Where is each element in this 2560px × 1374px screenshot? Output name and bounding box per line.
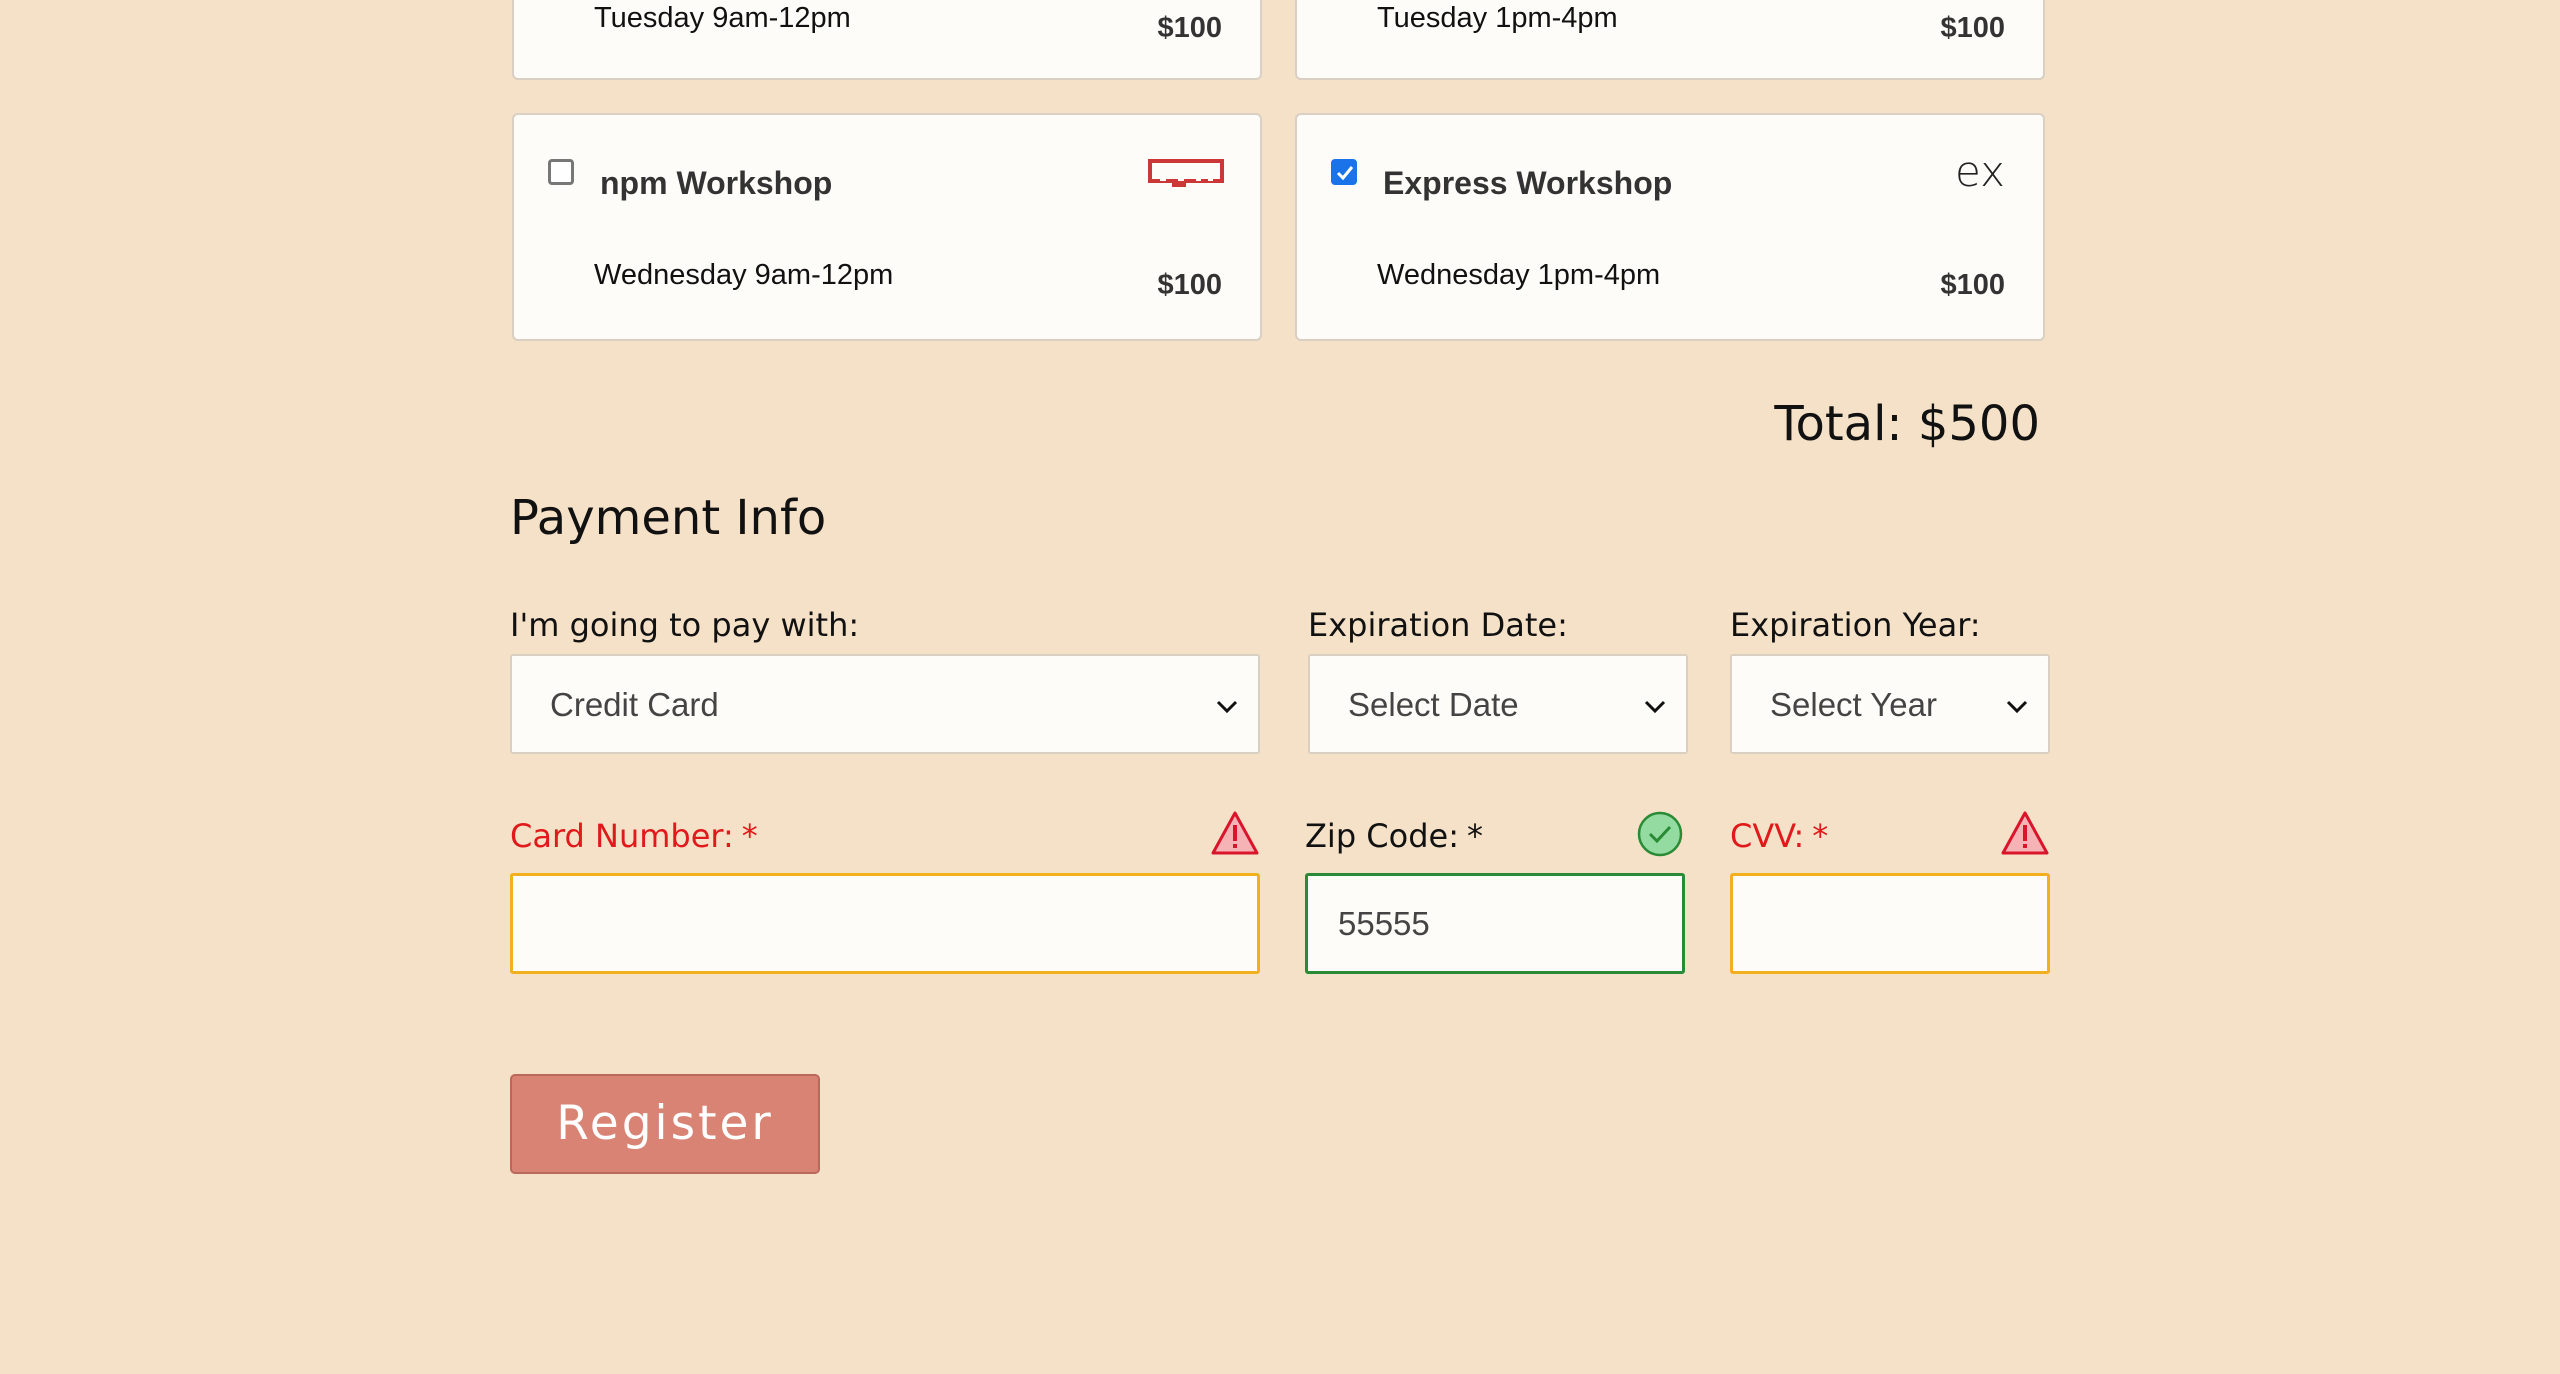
card-number-label-text: Card Number: — [510, 817, 734, 855]
npm-logo-icon — [1148, 159, 1224, 187]
warning-icon — [1211, 811, 1259, 855]
workshop-time: Tuesday 9am-12pm — [594, 2, 851, 34]
workshop-title: Express Workshop — [1383, 165, 1673, 201]
cvv-input[interactable] — [1730, 873, 2050, 974]
zip-code-label: Zip Code: * — [1305, 817, 1483, 855]
npm-workshop-checkbox[interactable] — [548, 159, 574, 185]
workshop-time: Wednesday 9am-12pm — [594, 259, 894, 291]
chevron-down-icon — [1644, 700, 1666, 714]
workshop-card-tuesday-afternoon: Tuesday 1pm-4pm $100 — [1295, 0, 2045, 80]
chevron-down-icon — [1216, 700, 1238, 714]
card-number-input[interactable] — [510, 873, 1260, 974]
register-button[interactable]: Register — [510, 1074, 820, 1174]
workshop-price: $100 — [1157, 12, 1222, 44]
workshop-card-express: Express Workshop ex Wednesday 1pm-4pm $1… — [1295, 113, 2045, 341]
pay-with-label: I'm going to pay with: — [510, 606, 860, 644]
cvv-label-text: CVV: — [1730, 817, 1805, 855]
expiration-date-select[interactable]: Select Date — [1308, 654, 1688, 754]
zip-code-input[interactable]: 55555 — [1305, 873, 1685, 974]
express-workshop-checkbox[interactable] — [1331, 159, 1357, 185]
total-price: Total: $500 — [1774, 396, 2040, 452]
workshop-title: npm Workshop — [600, 165, 833, 201]
required-mark: * — [1467, 817, 1483, 855]
expiration-year-label: Expiration Year: — [1730, 606, 1981, 644]
workshop-card-tuesday-morning: Tuesday 9am-12pm $100 — [512, 0, 1262, 80]
express-logo-icon: ex — [1955, 147, 2005, 196]
required-mark: * — [1812, 817, 1829, 855]
payment-info-heading: Payment Info — [510, 490, 827, 546]
workshop-price: $100 — [1157, 269, 1222, 301]
expiration-year-select[interactable]: Select Year — [1730, 654, 2050, 754]
zip-code-label-text: Zip Code: — [1305, 817, 1459, 855]
cvv-label: CVV: * — [1730, 817, 1828, 855]
check-circle-icon — [1637, 811, 1683, 857]
select-value: Credit Card — [550, 686, 719, 723]
workshop-card-npm: npm Workshop Wednesday 9am-12pm $100 — [512, 113, 1262, 341]
required-mark: * — [741, 817, 758, 855]
select-value: Select Date — [1348, 686, 1519, 723]
chevron-down-icon — [2006, 700, 2028, 714]
warning-icon — [2001, 811, 2049, 855]
expiration-date-label: Expiration Date: — [1308, 606, 1568, 644]
select-value: Select Year — [1770, 686, 1937, 723]
workshop-price: $100 — [1940, 12, 2005, 44]
workshop-price: $100 — [1940, 269, 2005, 301]
card-number-label: Card Number: * — [510, 817, 758, 855]
workshop-time: Tuesday 1pm-4pm — [1377, 2, 1618, 34]
payment-method-select[interactable]: Credit Card — [510, 654, 1260, 754]
workshop-time: Wednesday 1pm-4pm — [1377, 259, 1661, 291]
